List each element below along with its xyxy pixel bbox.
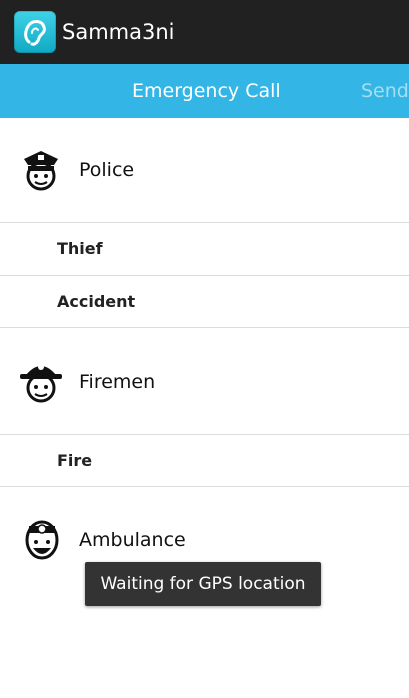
group-firemen[interactable]: Firemen bbox=[0, 328, 409, 435]
action-bar: Samma3ni bbox=[0, 0, 409, 64]
list-item-thief[interactable]: Thief bbox=[0, 223, 409, 276]
police-officer-icon bbox=[20, 149, 62, 197]
tab-emergency-call[interactable]: Emergency Call bbox=[132, 64, 281, 118]
list-item-fire[interactable]: Fire bbox=[0, 435, 409, 487]
tab-send[interactable]: Send bbox=[361, 64, 409, 118]
doctor-icon bbox=[23, 518, 61, 568]
firefighter-icon bbox=[18, 359, 64, 409]
group-police[interactable]: Police bbox=[0, 118, 409, 223]
group-label-firemen: Firemen bbox=[79, 371, 156, 393]
toast-message: Waiting for GPS location bbox=[85, 562, 321, 606]
list-item-accident[interactable]: Accident bbox=[0, 276, 409, 328]
app-title: Samma3ni bbox=[62, 20, 175, 44]
tab-bar: Emergency Call Send bbox=[0, 64, 409, 118]
group-label-police: Police bbox=[79, 159, 135, 181]
group-label-ambulance: Ambulance bbox=[79, 529, 186, 551]
ear-icon[interactable] bbox=[14, 11, 56, 53]
